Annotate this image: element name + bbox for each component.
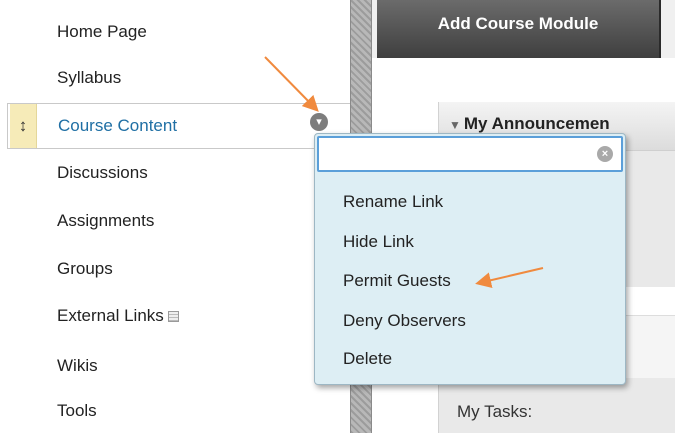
popup-search-input[interactable]	[317, 136, 623, 172]
menu-item-label: External Links	[57, 306, 164, 325]
menu-option-delete[interactable]: Delete	[343, 347, 392, 371]
menu-item-groups[interactable]: Groups	[0, 250, 350, 288]
context-menu: × Rename Link Hide Link Permit Guests De…	[314, 133, 626, 385]
course-menu: Home Page Syllabus ↕ Course Content Disc…	[0, 0, 350, 433]
menu-option-permit-guests[interactable]: Permit Guests	[343, 269, 451, 293]
drag-handle-icon[interactable]: ↕	[10, 104, 37, 148]
menu-item-course-content[interactable]: ↕ Course Content	[7, 103, 350, 149]
menu-item-wikis[interactable]: Wikis	[0, 347, 350, 385]
menu-item-label: Assignments	[57, 211, 155, 230]
menu-item-label: Wikis	[57, 356, 98, 375]
menu-item-label: Tools	[57, 401, 97, 420]
menu-item-label: Home Page	[57, 22, 147, 41]
chevron-down-icon[interactable]: ▾	[310, 113, 328, 131]
close-icon[interactable]: ×	[597, 146, 613, 162]
menu-option-hide-link[interactable]: Hide Link	[343, 230, 414, 254]
menu-item-tools[interactable]: Tools	[0, 392, 350, 430]
menu-item-label: Groups	[57, 259, 113, 278]
menu-item-label: Syllabus	[57, 68, 122, 87]
menu-item-external-links[interactable]: External Links	[0, 297, 350, 335]
my-tasks-label: My Tasks:	[457, 402, 533, 421]
module-title-text: My Announcemen	[463, 114, 610, 133]
menu-item-label: Discussions	[57, 163, 148, 182]
add-course-module-button[interactable]: Add Course Module	[377, 0, 661, 58]
menu-item-assignments[interactable]: Assignments	[0, 202, 350, 240]
module-title: ▼ My Announcemen	[449, 114, 610, 134]
external-link-icon	[167, 310, 179, 322]
menu-item-discussions[interactable]: Discussions	[0, 154, 350, 192]
menu-item-syllabus[interactable]: Syllabus	[0, 59, 350, 97]
menu-item-label: Course Content	[58, 116, 178, 135]
menu-option-rename-link[interactable]: Rename Link	[343, 190, 443, 214]
menu-item-home-page[interactable]: Home Page	[0, 13, 350, 51]
menu-option-deny-observers[interactable]: Deny Observers	[343, 309, 466, 333]
collapse-triangle-icon[interactable]: ▼	[449, 118, 461, 132]
add-course-module-label: Add Course Module	[437, 14, 599, 33]
